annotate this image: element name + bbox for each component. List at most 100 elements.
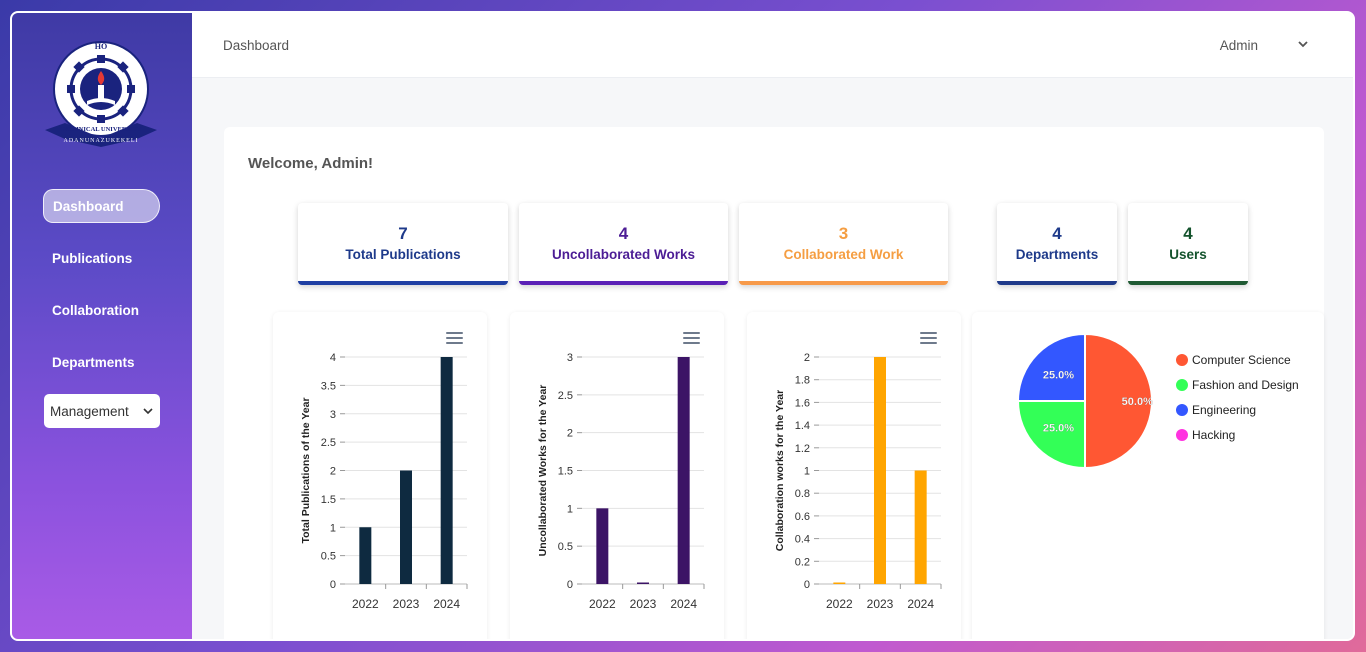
legend-dot — [1176, 429, 1188, 441]
x-tick-label: 2022 — [589, 597, 616, 611]
top-bar: Dashboard Admin — [192, 13, 1353, 78]
pie-slice — [1016, 332, 1086, 402]
sidebar-item-label: Departments — [52, 354, 135, 370]
stat-card-users[interactable]: 4 Users — [1128, 203, 1248, 285]
y-tick-label: 1.8 — [795, 375, 810, 387]
y-tick-label: 1.6 — [795, 397, 810, 409]
y-tick-label: 0.5 — [558, 541, 573, 553]
y-axis-label: Collaboration works for the Year — [774, 390, 786, 551]
y-tick-label: 1 — [330, 522, 336, 534]
y-tick-label: 2 — [567, 428, 573, 440]
chart-card-total-publications: 0 0.5 1 1.5 2 2.5 3 3.5 4 2022 2023 2024 Total Publi… — [273, 312, 487, 639]
sidebar-item-departments[interactable]: Departments — [43, 345, 160, 379]
y-tick-label: 2 — [804, 352, 810, 364]
x-tick-label: 2024 — [670, 597, 697, 611]
pie-slice-label: 25.0% — [1043, 423, 1074, 435]
legend-label: Engineering — [1192, 403, 1257, 417]
legend-item-fashion-and-design[interactable]: Fashion and Design — [1176, 378, 1299, 392]
stat-card-collaborated-work[interactable]: 3 Collaborated Work — [739, 203, 948, 285]
y-tick-label: 2 — [330, 466, 336, 478]
legend-label: Hacking — [1192, 428, 1236, 442]
sidebar-item-label: Publications — [52, 250, 133, 266]
x-tick-label: 2023 — [393, 597, 420, 611]
y-tick-label: 0 — [804, 579, 810, 591]
x-tick-label: 2023 — [630, 597, 657, 611]
y-tick-label: 0.4 — [795, 534, 810, 546]
y-tick-label: 0 — [567, 579, 573, 591]
chevron-down-icon[interactable] — [1296, 37, 1310, 51]
stat-value: 7 — [398, 224, 408, 243]
legend-label: Fashion and Design — [1192, 378, 1299, 392]
breadcrumb: Dashboard — [223, 38, 290, 53]
sidebar: ADANUNAZUKEKELI HO TECHNICAL UNIVERSITY … — [12, 13, 192, 639]
y-tick-label: 0.6 — [795, 511, 810, 523]
stat-label: Users — [1169, 247, 1207, 262]
y-axis-label: Total Publications of the Year — [300, 397, 312, 543]
x-tick-label: 2023 — [867, 597, 894, 611]
x-tick-label: 2022 — [352, 597, 379, 611]
sidebar-item-dashboard[interactable]: Dashboard — [43, 189, 160, 223]
y-tick-label: 0 — [330, 579, 336, 591]
legend-dot — [1176, 354, 1188, 366]
y-tick-label: 3 — [330, 409, 336, 421]
bar-chart-uncollaborated-works: 0 0.5 1 1.5 2 2.5 3 2022 2023 2024 Uncollaborated … — [537, 352, 705, 611]
chart-card-collaboration-works: 0 0.2 0.4 0.6 0.8 1 1.2 1.4 1.6 1.8 2 2022 2023 2024 C… — [747, 312, 961, 639]
y-tick-label: 1.5 — [321, 494, 336, 506]
bar — [833, 582, 846, 584]
management-select-value: Management — [50, 403, 129, 419]
y-tick-label: 1 — [567, 503, 573, 515]
stat-value: 4 — [618, 224, 629, 243]
chevron-down-icon — [143, 408, 153, 415]
y-tick-label: 0.8 — [795, 488, 810, 500]
dashboard-panel: Welcome, Admin! 7 Total Publications 4 U… — [224, 127, 1324, 639]
logo-ring-text: TECHNICAL UNIVERSITY — [60, 126, 142, 133]
sidebar-item-label: Dashboard — [53, 198, 124, 214]
y-axis-label: Uncollaborated Works for the Year — [537, 385, 549, 557]
x-tick-label: 2024 — [433, 597, 460, 611]
y-tick-label: 4 — [330, 352, 336, 364]
pie-slice-label: 50.0% — [1122, 396, 1153, 408]
bar — [400, 470, 412, 584]
stat-label: Total Publications — [345, 247, 461, 262]
pie-slice-label: 25.0% — [1043, 369, 1074, 381]
stat-label: Uncollaborated Works — [551, 247, 696, 262]
university-logo: ADANUNAZUKEKELI HO TECHNICAL UNIVERSITY — [45, 41, 157, 147]
sidebar-item-publications[interactable]: Publications — [43, 241, 160, 275]
bar — [637, 582, 649, 584]
bar — [874, 357, 886, 584]
stat-card-uncollaborated-works[interactable]: 4 Uncollaborated Works — [519, 203, 728, 285]
y-tick-label: 1.5 — [558, 466, 573, 478]
chart-card-uncollaborated-works: 0 0.5 1 1.5 2 2.5 3 2022 2023 2024 Uncollaborated … — [510, 312, 724, 639]
stat-card-total-publications[interactable]: 7 Total Publications — [298, 203, 508, 285]
sidebar-item-collaboration[interactable]: Collaboration — [43, 293, 160, 327]
y-tick-label: 1 — [804, 466, 810, 478]
chart-card-departments-pie: 50.0% 25.0% 25.0% Computer Science Fashion… — [972, 312, 1324, 639]
bar — [677, 357, 690, 584]
legend-item-computer-science[interactable]: Computer Science — [1176, 353, 1291, 367]
stat-value: 4 — [1183, 224, 1193, 243]
management-select[interactable]: Management — [44, 394, 160, 428]
legend-dot — [1176, 379, 1188, 391]
user-menu[interactable]: Admin — [1220, 38, 1258, 53]
y-tick-label: 3 — [567, 352, 573, 364]
legend-item-engineering[interactable]: Engineering — [1176, 403, 1256, 417]
stat-value: 3 — [838, 224, 849, 243]
x-tick-label: 2024 — [907, 597, 934, 611]
legend-item-hacking[interactable]: Hacking — [1176, 428, 1235, 442]
bar-chart-total-publications: 0 0.5 1 1.5 2 2.5 3 3.5 4 2022 2023 2024 Total Publi… — [300, 352, 468, 611]
y-tick-label: 1.4 — [795, 420, 810, 432]
x-tick-label: 2022 — [826, 597, 853, 611]
bar-chart-collaboration-works: 0 0.2 0.4 0.6 0.8 1 1.2 1.4 1.6 1.8 2 2022 2023 2024 C… — [774, 352, 942, 611]
bar — [914, 470, 927, 584]
y-tick-label: 0.5 — [321, 551, 336, 563]
y-tick-label: 3.5 — [321, 380, 336, 392]
welcome-message: Welcome, Admin! — [248, 155, 374, 172]
bar — [440, 357, 453, 584]
bar — [596, 508, 609, 584]
legend-dot — [1176, 404, 1188, 416]
y-tick-label: 2.5 — [321, 437, 336, 449]
legend-label: Computer Science — [1192, 353, 1291, 367]
stat-label: Collaborated Work — [783, 247, 904, 262]
y-tick-label: 0.2 — [795, 556, 810, 568]
stat-card-departments[interactable]: 4 Departments — [997, 203, 1117, 285]
